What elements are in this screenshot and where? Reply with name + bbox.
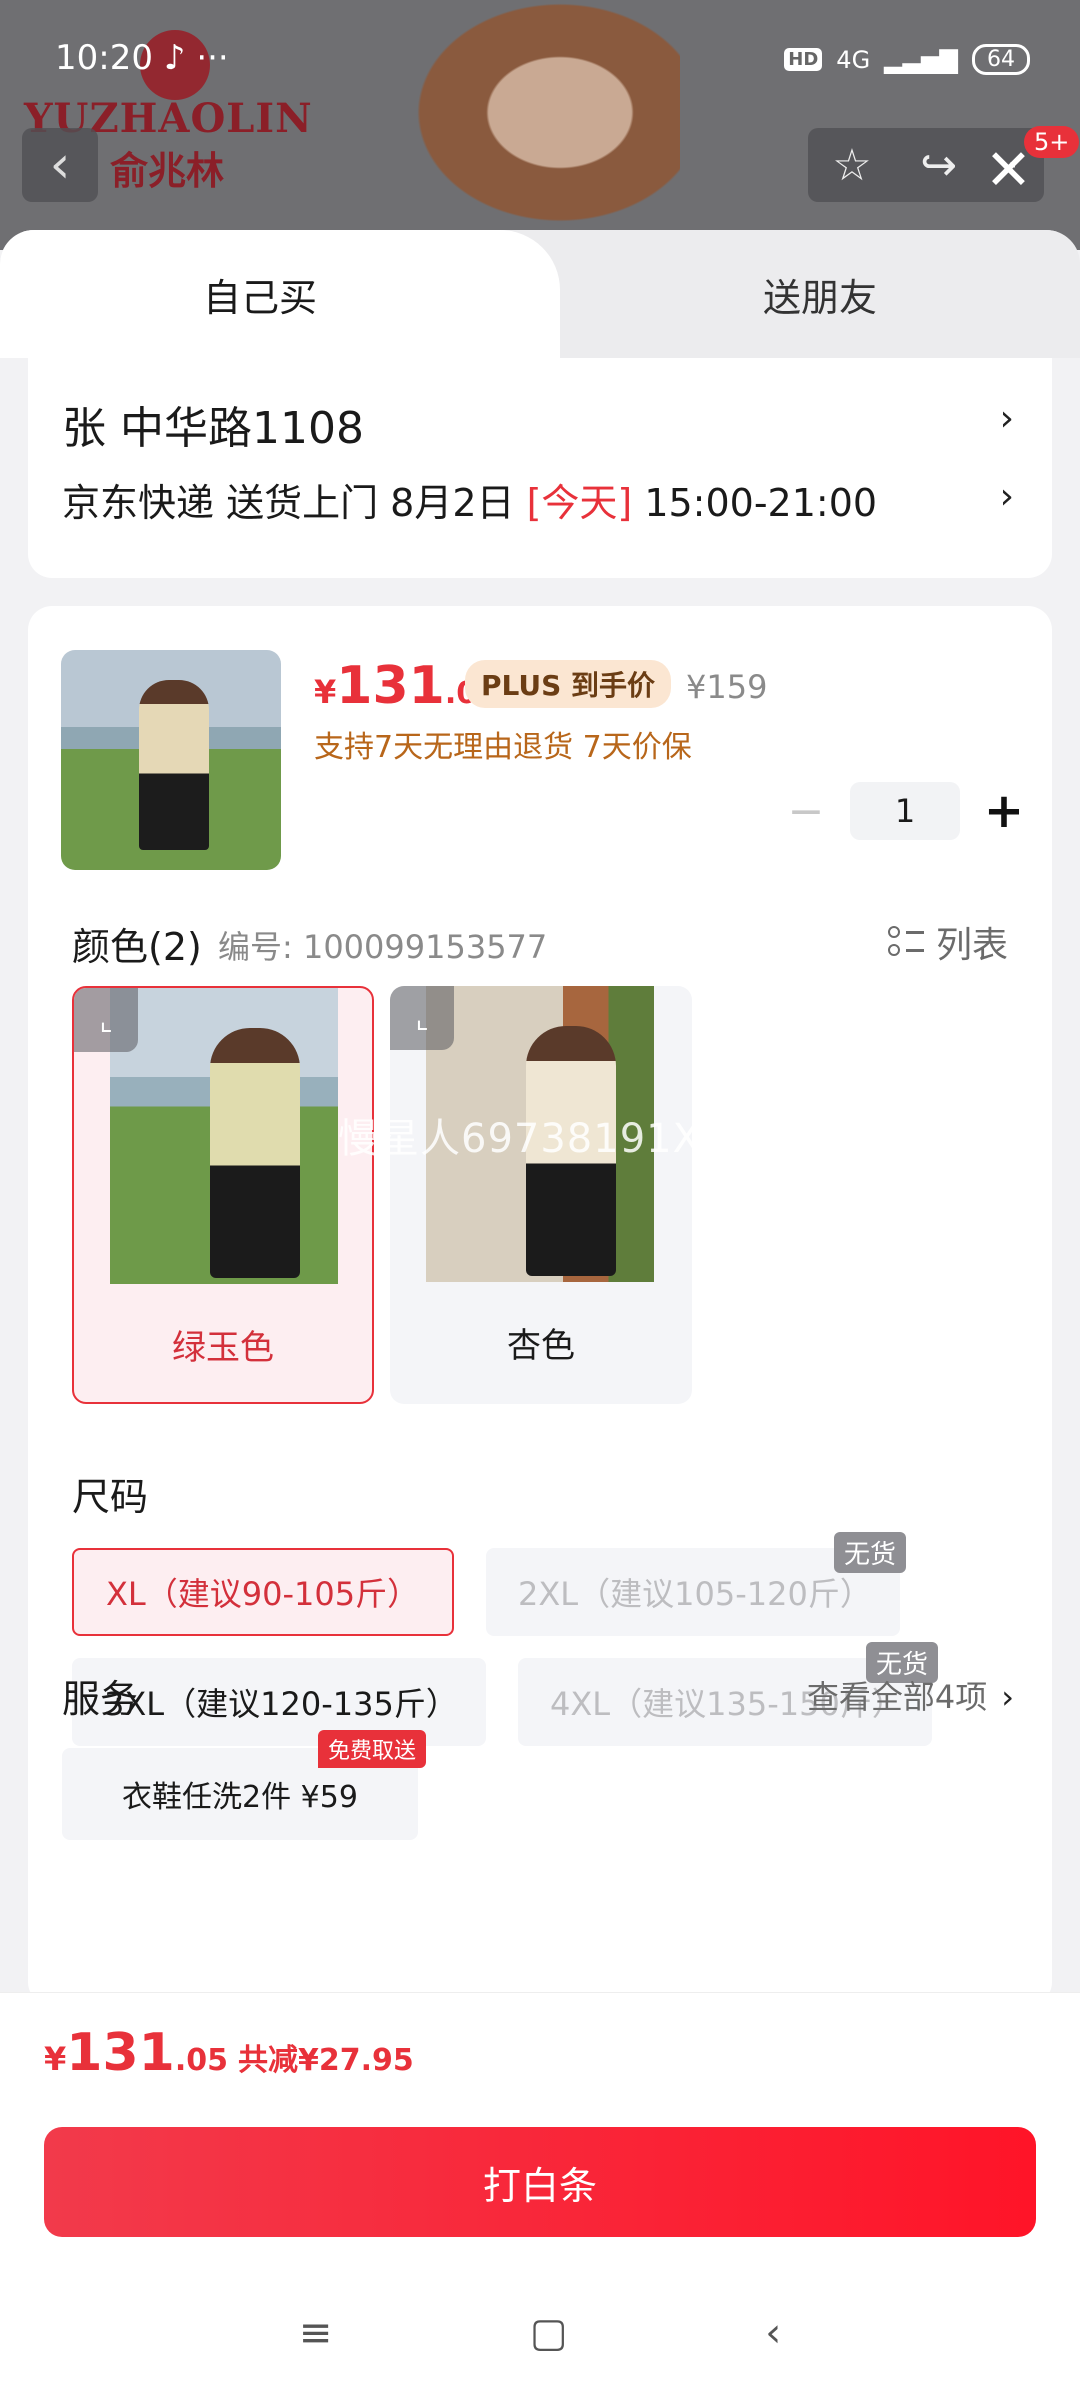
color-option-label: 杏色 [507,1325,575,1366]
home-icon[interactable]: ▢ [530,2310,568,2356]
address-text: 张 中华路1108 [62,403,364,454]
quantity-stepper: − 1 + [776,782,1034,840]
status-time: 10:20 ♪ ··· [55,38,229,78]
delivery-today: [今天] [526,481,633,525]
support-text: 支持7天无理由退货 7天价保 [314,730,692,765]
free-pickup-tag: 免费取送 [318,1730,427,1768]
list-view-toggle[interactable]: 列表 [887,916,1008,968]
purchase-sheet: 自己买 送朋友 张 中华路1108 › 京东快递 送货上门 8月2日 [今天] … [0,230,1080,2000]
system-nav-bar: ≡ ▢ ‹ [0,2283,1080,2383]
color-option-apricot[interactable]: ⌞ 杏色 [390,986,692,1404]
color-title: 颜色(2) [72,925,202,969]
star-icon[interactable]: ☆ [832,140,871,191]
status-bar-right: HD 4G ▂▃▅▇ 64 [784,44,1030,75]
plus-price-tag: PLUS 到手价 [465,660,672,708]
tiktok-icon: ♪ [163,38,186,78]
menu-icon[interactable]: ≡ [299,2310,333,2356]
color-option-image [110,988,338,1284]
delivery-info: 京东快递 送货上门 8月2日 [今天] 15:00-21:00 [62,481,878,525]
back-button[interactable]: ‹ [22,128,98,202]
color-option-label: 绿玉色 [172,1327,274,1368]
increase-quantity-button[interactable]: + [974,783,1034,839]
expand-icon[interactable]: ⌞ [390,986,454,1050]
total-saving: 共减¥27.95 [237,2043,414,2078]
address-card[interactable]: 张 中华路1108 › 京东快递 送货上门 8月2日 [今天] 15:00-21… [28,358,1052,578]
out-of-stock-badge: 无货 [834,1532,907,1573]
share-icon[interactable]: ↪ [920,140,957,191]
view-all-services-link[interactable]: 查看全部4项 › [807,1672,1014,1718]
pay-with-baitiao-button[interactable]: 打白条 [44,2127,1036,2237]
chevron-left-icon: ‹ [49,135,71,195]
chevron-right-icon: › [999,476,1014,517]
list-view-label: 列表 [935,925,1008,966]
product-code: 编号: 100099153577 [218,928,548,966]
quantity-value[interactable]: 1 [850,782,960,840]
battery-icon: 64 [972,44,1030,75]
brand-name-cn: 俞兆林 [110,148,225,193]
model-photo [380,0,680,250]
signal-icon: ▂▃▅▇ [884,45,958,74]
chevron-right-icon: › [999,398,1014,439]
watermark-text: 慢星人69738191X [338,1116,701,1162]
product-thumbnail[interactable] [61,650,281,870]
color-option-green[interactable]: ⌞ 绿玉色 [72,986,374,1404]
original-price: ¥159 [686,668,768,706]
back-icon[interactable]: ‹ [765,2310,781,2356]
tab-buy-for-self[interactable]: 自己买 [0,230,560,358]
size-option-xl[interactable]: XL（建议90-105斤） [72,1548,454,1636]
tab-gift-friend[interactable]: 送朋友 [560,230,1080,358]
purchase-tabs: 自己买 送朋友 [0,230,1080,358]
list-icon [887,924,924,960]
size-title: 尺码 [72,1475,149,1519]
expand-icon[interactable]: ⌞ [74,988,138,1052]
network-label: 4G [836,45,871,74]
hd-icon: HD [784,48,823,71]
service-title: 服务 [62,1677,139,1721]
product-card: ¥131.05 PLUS 到手价 ¥159 支持7天无理由退货 7天价保 − 1… [28,606,1052,2000]
notification-badge: 5+ [1024,126,1080,158]
checkout-bar: ¥131.05 共减¥27.95 打白条 ≡ ▢ ‹ [0,1992,1080,2400]
chevron-right-icon: › [1001,1678,1014,1716]
decrease-quantity-button[interactable]: − [776,786,836,837]
total-price: ¥131.05 共减¥27.95 [44,2023,414,2083]
